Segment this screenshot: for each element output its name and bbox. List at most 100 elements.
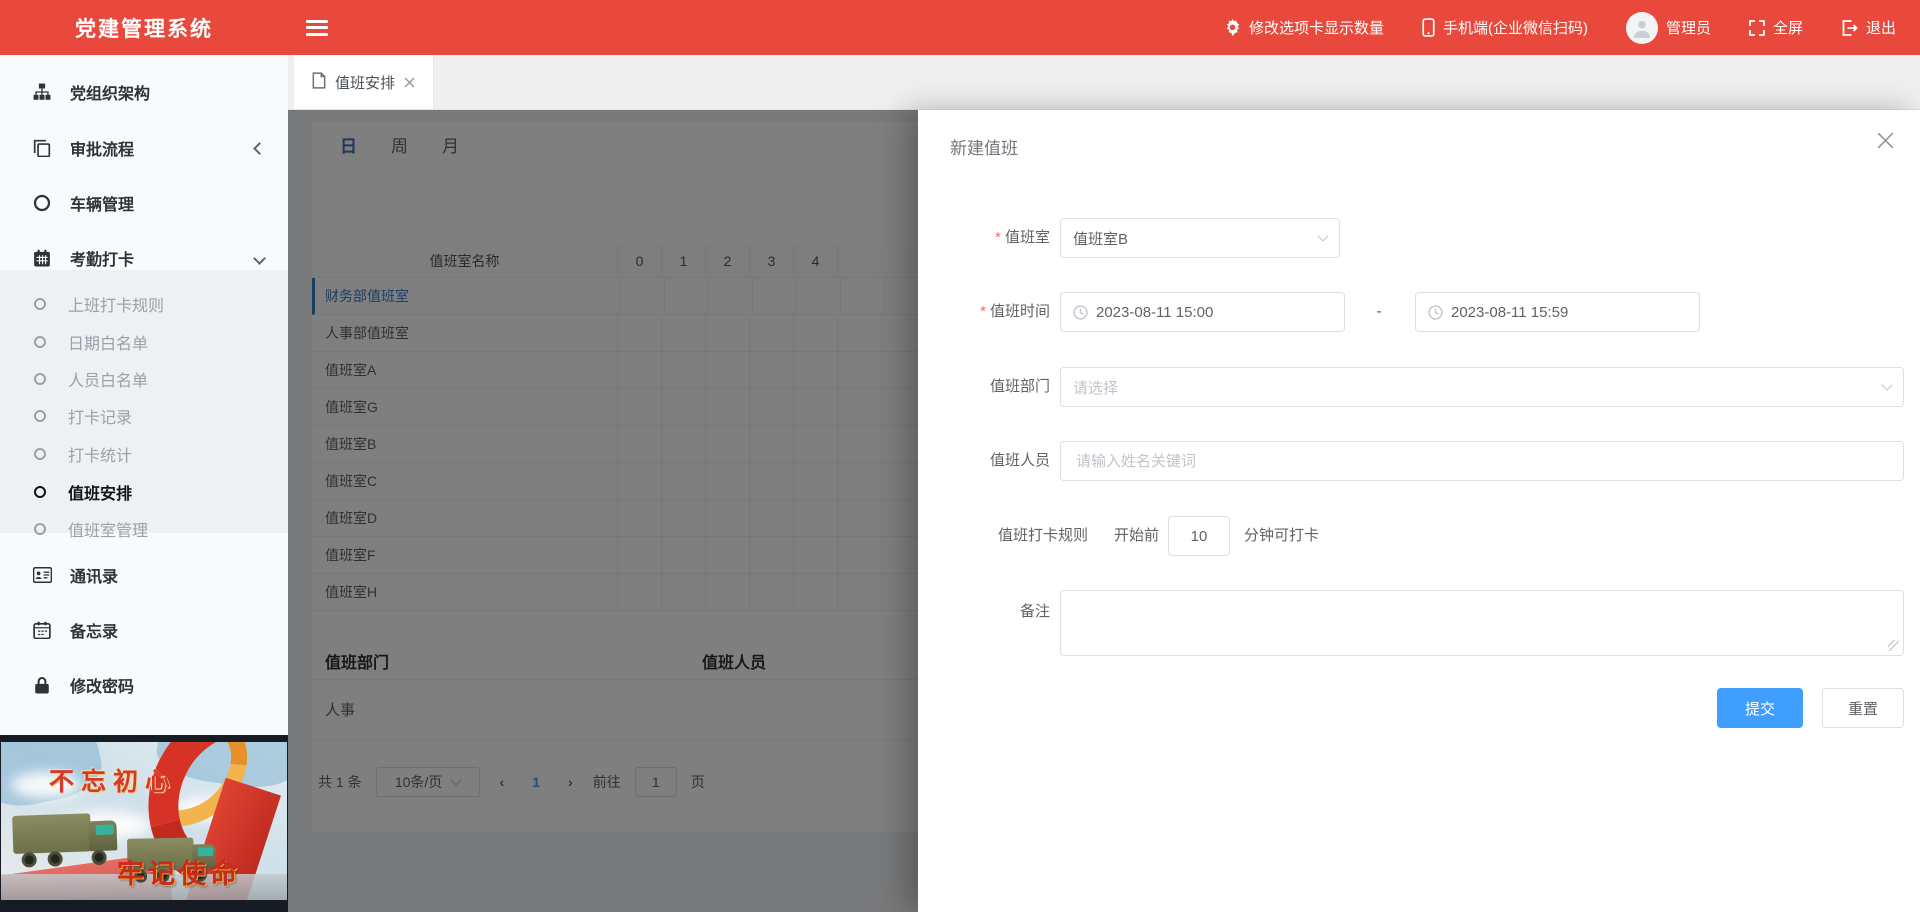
duty-time-start-value: 2023-08-11 15:00 <box>1096 304 1332 321</box>
sidebar: 党组织架构 审批流程 车辆管理 考勤打卡 上班打卡规则 日期白名单 人员白名单 … <box>0 55 288 735</box>
chevron-left-icon <box>253 142 266 155</box>
chevron-down-icon <box>1317 230 1328 241</box>
sidebar-subitem-label: 日期白名单 <box>68 330 148 354</box>
duty-time-start-input[interactable]: 2023-08-11 15:00 <box>1060 292 1345 332</box>
duty-time-end-input[interactable]: 2023-08-11 15:59 <box>1415 292 1700 332</box>
sidebar-item-label: 考勤打卡 <box>70 246 134 270</box>
tab-duty-schedule[interactable]: 值班安排 <box>294 55 434 109</box>
rule-minutes-input[interactable] <box>1168 516 1230 556</box>
contact-card-icon <box>32 566 52 584</box>
avatar <box>1626 12 1658 44</box>
sidebar-item-vehicle-mgmt[interactable]: 车辆管理 <box>0 183 288 223</box>
duty-dept-select[interactable]: 请选择 <box>1060 367 1904 407</box>
poster-slogan-bottom: 牢记使命 <box>117 852 241 891</box>
tab-count-setting[interactable]: 修改选项卡显示数量 <box>1224 17 1384 38</box>
calendar-icon <box>32 249 52 267</box>
lock-icon <box>32 676 52 694</box>
form-row-duty-room: 值班室 值班室B <box>918 218 1920 258</box>
clockin-rule-label: 值班打卡规则 <box>918 516 1088 556</box>
topbar: 党建管理系统 修改选项卡显示数量 手机端(企业微信扫码) 管理员 全屏 退出 <box>0 0 1920 55</box>
sidebar-subitem-label: 值班室管理 <box>68 517 148 541</box>
sidebar-subitem-date-whitelist[interactable]: 日期白名单 <box>0 325 288 359</box>
sidebar-subitem-label: 人员白名单 <box>68 367 148 391</box>
circle-icon <box>34 336 46 348</box>
sidebar-subitem-person-whitelist[interactable]: 人员白名单 <box>0 362 288 396</box>
sidebar-item-attendance[interactable]: 考勤打卡 <box>0 238 288 278</box>
user-menu[interactable]: 管理员 <box>1626 12 1711 44</box>
hamburger-menu-icon[interactable] <box>306 20 328 36</box>
tab-count-label: 修改选项卡显示数量 <box>1249 17 1384 38</box>
sidebar-item-label: 通讯录 <box>70 563 118 587</box>
sidebar-subitem-clockin-records[interactable]: 打卡记录 <box>0 399 288 433</box>
logout-label: 退出 <box>1866 17 1896 38</box>
truck-illustration <box>12 812 126 868</box>
sidebar-subitem-label: 上班打卡规则 <box>68 292 164 316</box>
tab-label: 值班安排 <box>335 72 395 93</box>
sidebar-item-approval-flow[interactable]: 审批流程 <box>0 128 288 168</box>
remark-label: 备注 <box>918 592 1050 632</box>
new-duty-drawer: 新建值班 值班室 值班室B 值班时间 2023-08-11 15:00 - 20… <box>918 110 1920 912</box>
sidebar-item-label: 审批流程 <box>70 136 134 160</box>
logout-button[interactable]: 退出 <box>1841 17 1896 38</box>
sidebar-item-memo[interactable]: 备忘录 <box>0 610 288 650</box>
duty-staff-input[interactable] <box>1060 441 1904 481</box>
app-title: 党建管理系统 <box>0 13 288 43</box>
duty-staff-label: 值班人员 <box>918 441 1050 481</box>
fullscreen-button[interactable]: 全屏 <box>1749 17 1803 38</box>
clock-icon <box>1073 305 1088 320</box>
sidebar-item-label: 车辆管理 <box>70 191 134 215</box>
propaganda-poster-image: 不忘初心 牢记使命 <box>1 742 287 900</box>
form-row-duty-dept: 值班部门 请选择 <box>918 367 1920 407</box>
sidebar-item-change-password[interactable]: 修改密码 <box>0 665 288 705</box>
rule-prefix: 开始前 <box>1114 516 1159 556</box>
circle-icon <box>34 410 46 422</box>
duty-dept-placeholder: 请选择 <box>1073 377 1875 398</box>
sidebar-item-label: 备忘录 <box>70 618 118 642</box>
sidebar-subitem-duty-room-mgmt[interactable]: 值班室管理 <box>0 512 288 546</box>
form-row-duty-staff: 值班人员 <box>918 441 1920 481</box>
phone-icon <box>1422 18 1435 37</box>
circle-icon <box>34 298 46 310</box>
time-range-separator: - <box>1366 292 1392 332</box>
sidebar-item-label: 党组织架构 <box>70 80 150 104</box>
copy-icon <box>32 139 52 157</box>
calendar-icon <box>32 621 52 639</box>
fullscreen-icon <box>1749 20 1765 36</box>
reset-button[interactable]: 重置 <box>1822 688 1904 728</box>
sidebar-item-label: 修改密码 <box>70 673 134 697</box>
fullscreen-label: 全屏 <box>1773 17 1803 38</box>
chevron-down-icon <box>253 252 266 265</box>
circle-icon <box>34 486 46 498</box>
form-row-clockin-rule: 值班打卡规则 开始前 分钟可打卡 <box>918 516 1920 556</box>
rule-suffix: 分钟可打卡 <box>1244 516 1319 556</box>
drawer-title: 新建值班 <box>950 134 1018 159</box>
sidebar-subitem-label: 打卡统计 <box>68 442 132 466</box>
logout-icon <box>1841 20 1858 36</box>
circle-icon <box>32 194 52 212</box>
sidebar-subitem-duty-schedule[interactable]: 值班安排 <box>0 475 288 509</box>
sidebar-item-party-org[interactable]: 党组织架构 <box>0 72 288 112</box>
sidebar-subitem-clockin-rules[interactable]: 上班打卡规则 <box>0 287 288 321</box>
circle-icon <box>34 523 46 535</box>
duty-dept-label: 值班部门 <box>918 367 1050 407</box>
duty-room-select[interactable]: 值班室B <box>1060 218 1340 258</box>
circle-icon <box>34 448 46 460</box>
remark-textarea[interactable] <box>1060 590 1904 656</box>
sidebar-item-contacts[interactable]: 通讯录 <box>0 555 288 595</box>
gear-icon <box>1224 19 1241 36</box>
sidebar-subitem-label: 打卡记录 <box>68 404 132 428</box>
sidebar-subitem-label: 值班安排 <box>68 480 132 504</box>
form-row-duty-time: 值班时间 2023-08-11 15:00 - 2023-08-11 15:59 <box>918 292 1920 332</box>
tab-close-icon[interactable] <box>404 77 415 88</box>
sidebar-subitem-clockin-stats[interactable]: 打卡统计 <box>0 437 288 471</box>
duty-room-label: 值班室 <box>918 218 1050 258</box>
submit-button[interactable]: 提交 <box>1717 688 1803 728</box>
mobile-client[interactable]: 手机端(企业微信扫码) <box>1422 17 1588 38</box>
chevron-down-icon <box>1881 379 1892 390</box>
drawer-close-icon[interactable] <box>1877 132 1894 149</box>
sitemap-icon <box>32 83 52 101</box>
duty-time-label: 值班时间 <box>918 292 1050 332</box>
tabs-bar: 值班安排 <box>288 55 1920 110</box>
file-icon <box>312 72 326 93</box>
duty-room-value: 值班室B <box>1073 228 1311 249</box>
